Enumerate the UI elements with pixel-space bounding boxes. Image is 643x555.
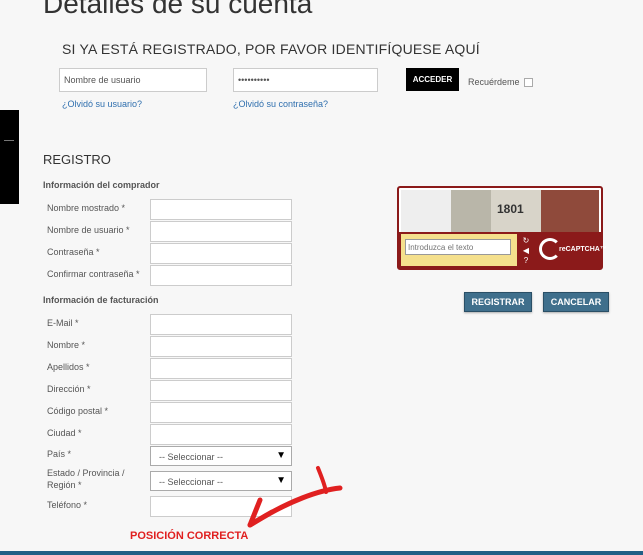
country-select-value: -- Seleccionar --: [159, 452, 224, 462]
state-select-value: -- Seleccionar --: [159, 477, 224, 487]
annotation-arrow: [247, 466, 343, 528]
strip-tick: [4, 140, 14, 141]
postal-code-label: Código postal *: [47, 406, 109, 416]
left-side-strip: [0, 110, 19, 204]
login-heading: SI YA ESTÁ REGISTRADO, POR FAVOR IDENTIF…: [62, 41, 480, 57]
first-name-label: Nombre *: [47, 340, 86, 350]
remember-me-label: Recuérdeme: [468, 77, 520, 87]
captcha-image: 1801: [401, 190, 599, 232]
state-label-line2: Región *: [47, 480, 82, 490]
recaptcha-ring-icon: [539, 238, 561, 260]
remember-me-checkbox[interactable]: [524, 78, 533, 87]
recaptcha-logo: reCAPTCHA™: [537, 235, 607, 265]
forgot-username-link[interactable]: ¿Olvidó su usuario?: [62, 99, 142, 109]
confirm-password-input[interactable]: [150, 265, 292, 286]
last-name-label: Apellidos *: [47, 362, 90, 372]
username-input[interactable]: [150, 221, 292, 242]
first-name-input[interactable]: [150, 336, 292, 357]
captcha-input[interactable]: [405, 239, 511, 255]
login-button[interactable]: ACCEDER: [406, 68, 459, 91]
login-username-input[interactable]: [59, 68, 207, 92]
annotation-text: POSICIÓN CORRECTA: [130, 530, 249, 542]
page-title: Detalles de su cuenta: [43, 0, 313, 19]
email-input[interactable]: [150, 314, 292, 335]
password-label: Contraseña *: [47, 247, 100, 257]
state-label-line1: Estado / Provincia /: [47, 468, 125, 478]
refresh-icon[interactable]: ↻: [520, 235, 532, 245]
recaptcha-logo-text: reCAPTCHA™: [559, 246, 607, 253]
password-input[interactable]: [150, 243, 292, 264]
country-label: País *: [47, 449, 72, 459]
cancel-button[interactable]: CANCELAR: [543, 292, 609, 312]
bottom-bar: [0, 551, 643, 555]
confirm-password-label: Confirmar contraseña *: [47, 269, 140, 279]
forgot-password-link[interactable]: ¿Olvidó su contraseña?: [233, 99, 328, 109]
address-label: Dirección *: [47, 384, 91, 394]
captcha-input-area: [401, 234, 517, 266]
email-label: E-Mail *: [47, 318, 79, 328]
billing-info-label: Información de facturación: [43, 295, 159, 305]
register-button[interactable]: REGISTRAR: [464, 292, 532, 312]
postal-code-input[interactable]: [150, 402, 292, 423]
phone-label: Teléfono *: [47, 500, 88, 510]
city-label: Ciudad *: [47, 428, 82, 438]
audio-icon[interactable]: ◀: [520, 245, 532, 255]
captcha-widget: 1801 ↻ ◀ ? reCAPTCHA™: [397, 186, 607, 270]
captcha-image-segment: [541, 190, 599, 232]
address-input[interactable]: [150, 380, 292, 401]
display-name-label: Nombre mostrado *: [47, 203, 126, 213]
register-heading: REGISTRO: [43, 152, 111, 167]
captcha-image-segment: [451, 190, 491, 232]
username-label: Nombre de usuario *: [47, 225, 130, 235]
last-name-input[interactable]: [150, 358, 292, 379]
city-input[interactable]: [150, 424, 292, 445]
help-icon[interactable]: ?: [520, 255, 532, 265]
captcha-word: 1801: [497, 202, 524, 216]
display-name-input[interactable]: [150, 199, 292, 220]
captcha-controls: ↻ ◀ ? reCAPTCHA™: [399, 232, 607, 268]
buyer-info-label: Información del comprador: [43, 180, 160, 190]
login-password-input[interactable]: [233, 68, 378, 92]
